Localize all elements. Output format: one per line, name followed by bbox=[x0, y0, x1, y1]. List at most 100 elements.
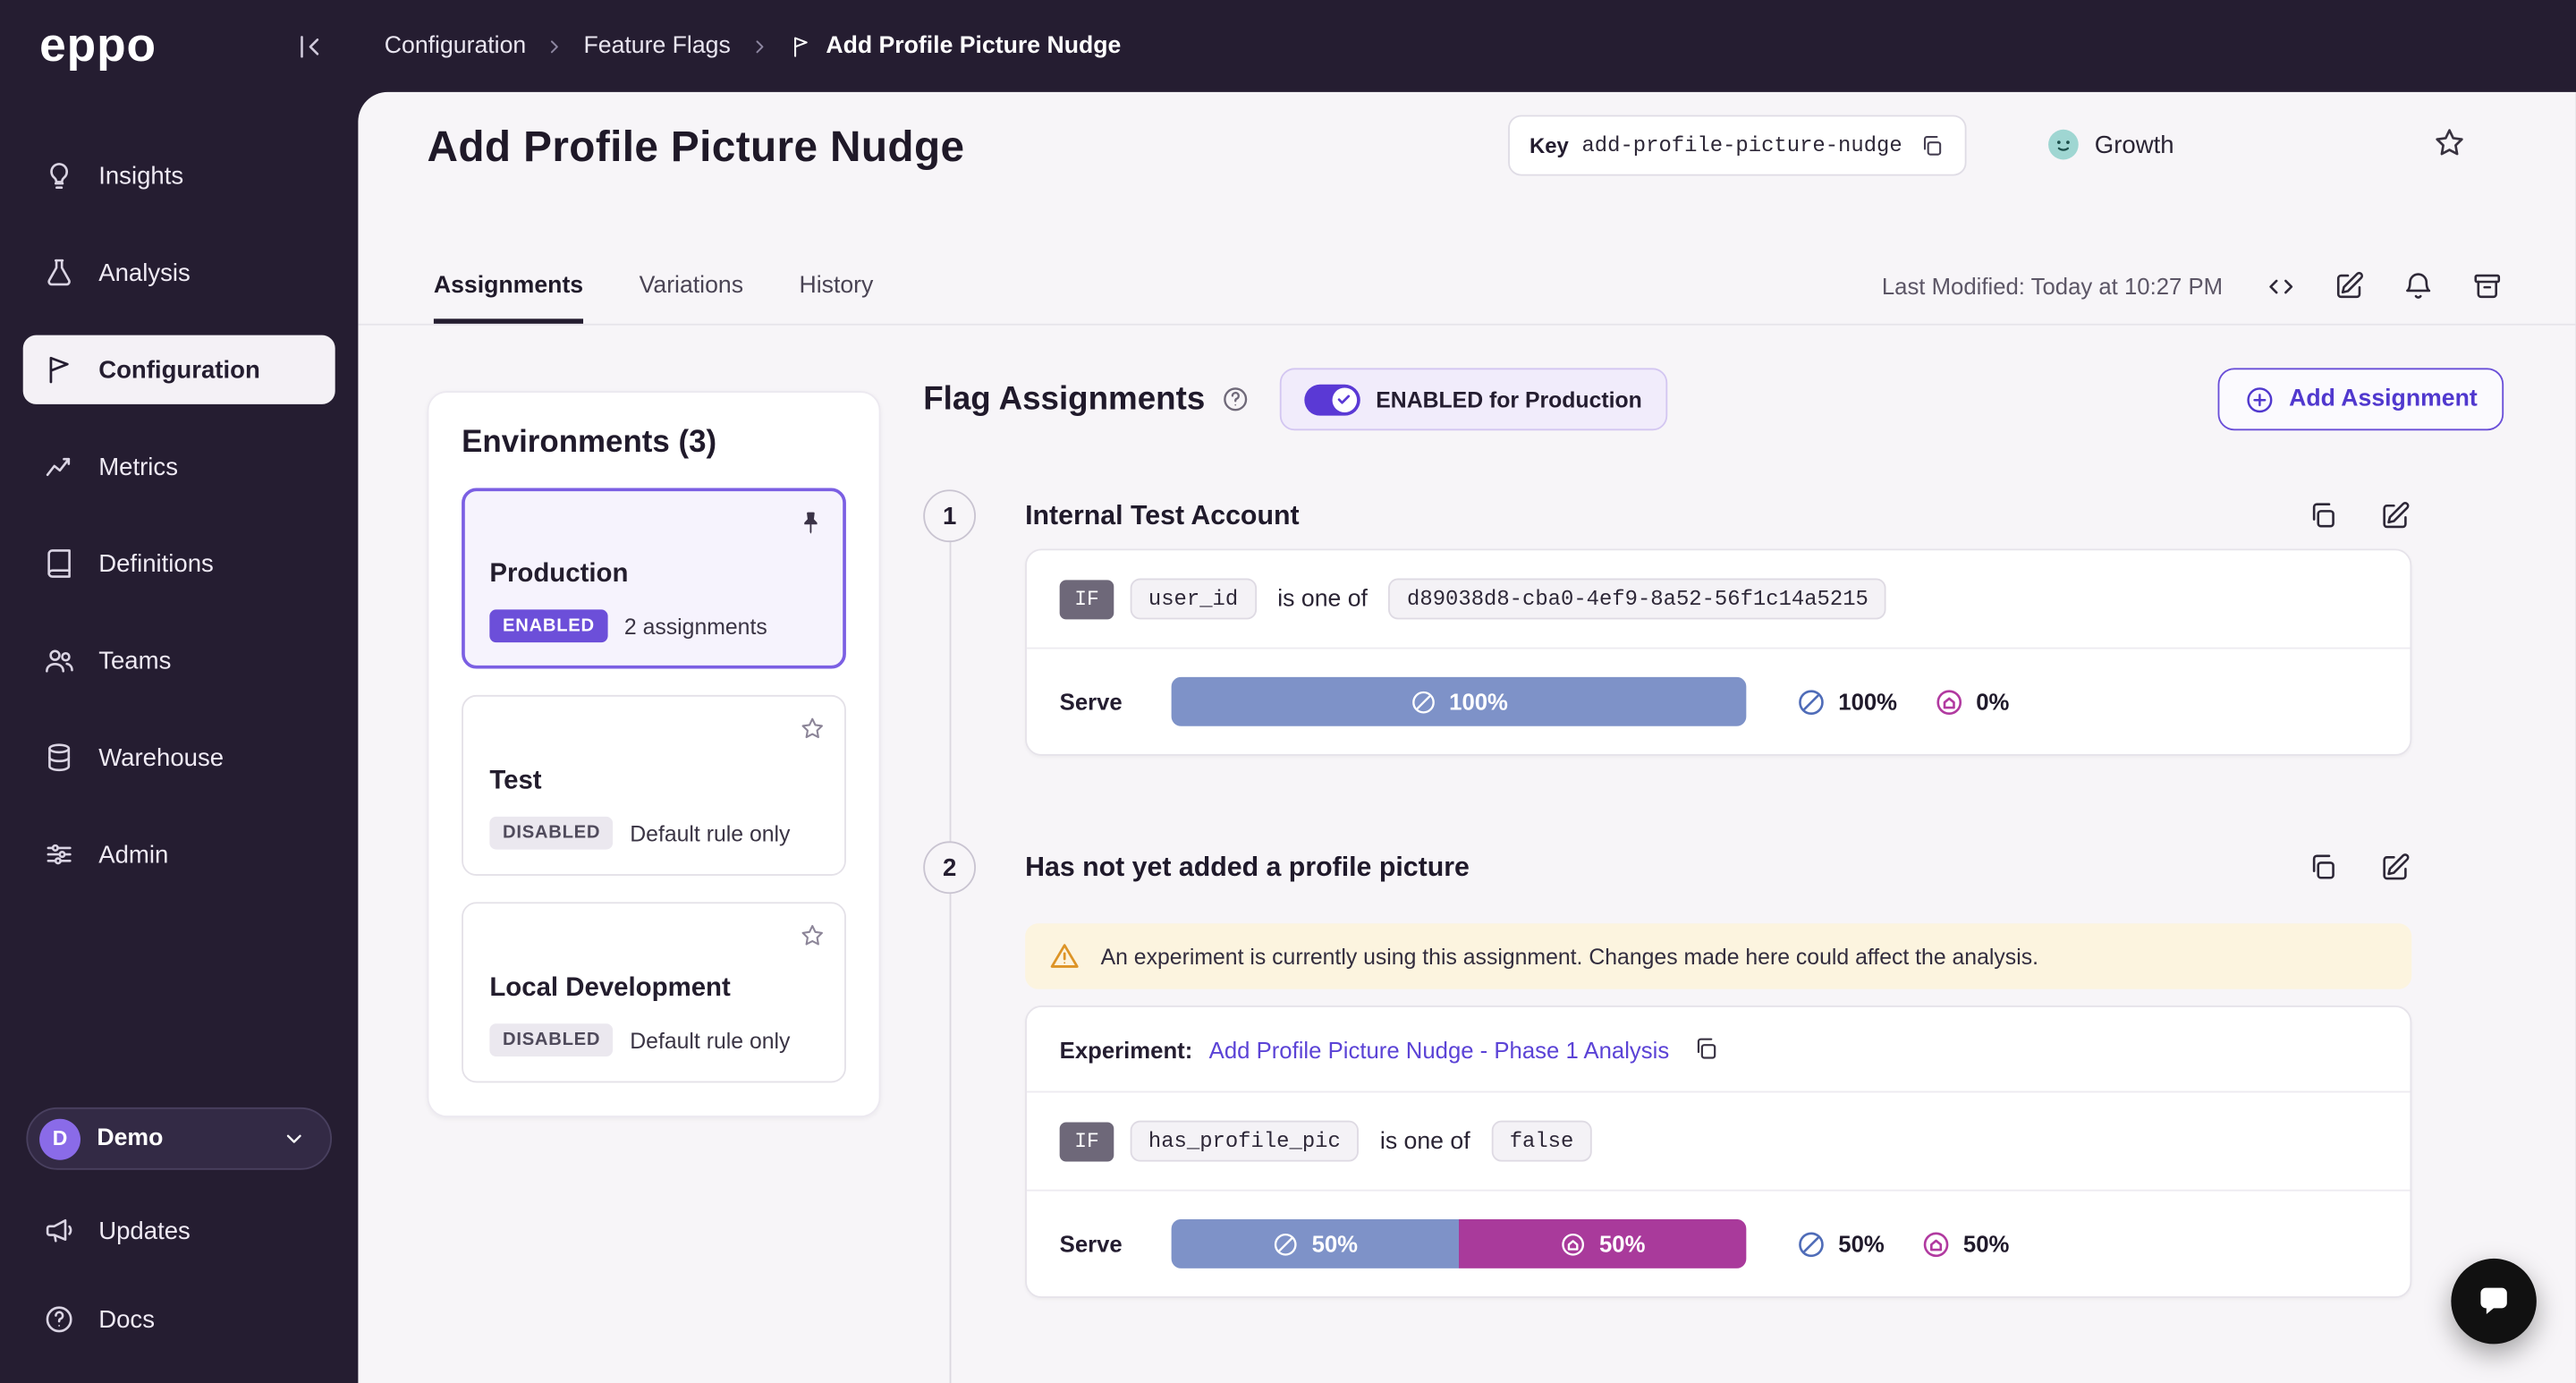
team-badge[interactable]: Growth bbox=[2046, 126, 2174, 162]
assignment-card: IF user_id is one of d89038d8-cba0-4ef9-… bbox=[1025, 548, 2411, 755]
collapse-sidebar-icon[interactable] bbox=[294, 30, 326, 62]
sidebar-nav: Insights Analysis Configuration Metrics bbox=[0, 92, 358, 889]
sidebar-item-metrics[interactable]: Metrics bbox=[23, 432, 335, 501]
rule-row: IF has_profile_pic is one of false bbox=[1027, 1091, 2411, 1190]
legend-value: 50% bbox=[1963, 1231, 2009, 1257]
warning-text: An experiment is currently using this as… bbox=[1101, 944, 2038, 969]
legend-treatment: 0% bbox=[1933, 686, 2009, 717]
team-name: Growth bbox=[2095, 131, 2174, 158]
allocation-bar: 50% 50% bbox=[1172, 1219, 1747, 1268]
star-icon[interactable] bbox=[799, 921, 826, 949]
sidebar-item-analysis[interactable]: Analysis bbox=[23, 238, 335, 307]
favorite-star-icon[interactable] bbox=[2431, 125, 2467, 161]
chat-launcher-button[interactable] bbox=[2451, 1259, 2537, 1345]
rule-attribute: user_id bbox=[1131, 579, 1257, 620]
serve-label: Serve bbox=[1060, 1231, 1139, 1257]
star-icon[interactable] bbox=[799, 715, 826, 742]
edit-icon[interactable] bbox=[2379, 851, 2412, 884]
sidebar-item-admin[interactable]: Admin bbox=[23, 820, 335, 889]
archive-icon[interactable] bbox=[2470, 269, 2504, 302]
pin-icon[interactable] bbox=[797, 509, 825, 537]
sidebar-item-insights[interactable]: Insights bbox=[23, 141, 335, 210]
assignment-body: Internal Test Account bbox=[1025, 489, 2411, 756]
eppo-logo: eppo bbox=[39, 22, 157, 70]
env-name: Test bbox=[489, 768, 818, 797]
plus-circle-icon bbox=[2245, 384, 2276, 415]
edit-icon[interactable] bbox=[2333, 269, 2366, 302]
sidebar-bottom-nav: Updates Docs bbox=[0, 1196, 358, 1353]
sidebar-item-label: Updates bbox=[98, 1217, 191, 1244]
add-assignment-button[interactable]: Add Assignment bbox=[2218, 368, 2504, 430]
warning-icon bbox=[1048, 940, 1081, 973]
assignment-actions bbox=[2307, 499, 2412, 532]
key-label: Key bbox=[1530, 133, 1569, 158]
env-name: Local Development bbox=[489, 974, 818, 1004]
flask-icon bbox=[43, 257, 76, 290]
if-keyword: IF bbox=[1060, 1122, 1114, 1161]
env-card-local-development[interactable]: Local Development DISABLED Default rule … bbox=[462, 902, 846, 1082]
rule-attribute: has_profile_pic bbox=[1131, 1121, 1359, 1162]
help-icon[interactable] bbox=[1220, 385, 1250, 414]
breadcrumb-feature-flags[interactable]: Feature Flags bbox=[583, 33, 730, 59]
segment-label: 50% bbox=[1312, 1231, 1358, 1257]
chevron-right-icon bbox=[749, 35, 770, 56]
edit-icon[interactable] bbox=[2379, 499, 2412, 532]
toggle-knob bbox=[1332, 387, 1357, 412]
assignment-actions bbox=[2307, 851, 2412, 884]
bell-icon[interactable] bbox=[2402, 269, 2435, 302]
tab-variations[interactable]: Variations bbox=[640, 273, 743, 324]
sidebar-item-teams[interactable]: Teams bbox=[23, 626, 335, 695]
flag-assignments-section: Flag Assignments ENABLED for Production bbox=[923, 368, 2504, 1298]
account-name: Demo bbox=[97, 1125, 264, 1151]
sidebar-item-label: Warehouse bbox=[98, 743, 224, 771]
assignment-header: Has not yet added a profile picture bbox=[1025, 841, 2411, 894]
assignment-body: Has not yet added a profile picture bbox=[1025, 841, 2411, 1298]
copy-icon[interactable] bbox=[2307, 499, 2340, 532]
tab-history[interactable]: History bbox=[799, 273, 873, 324]
sidebar-item-label: Analysis bbox=[98, 259, 191, 286]
people-icon bbox=[43, 644, 76, 677]
sidebar-item-label: Configuration bbox=[98, 356, 260, 384]
account-avatar: D bbox=[39, 1118, 80, 1159]
environments-panel: Environments (3) Production ENABLED 2 as… bbox=[428, 391, 881, 1117]
sidebar-item-definitions[interactable]: Definitions bbox=[23, 529, 335, 598]
toggle-switch[interactable] bbox=[1303, 384, 1359, 415]
environment-enabled-toggle[interactable]: ENABLED for Production bbox=[1279, 368, 1666, 430]
flag-key-chip: Key add-profile-picture-nudge bbox=[1508, 115, 1966, 176]
env-card-production[interactable]: Production ENABLED 2 assignments bbox=[462, 488, 846, 668]
chevron-down-icon bbox=[281, 1125, 307, 1151]
tab-assignments[interactable]: Assignments bbox=[434, 273, 583, 324]
toggle-label: ENABLED for Production bbox=[1376, 387, 1642, 412]
env-card-test[interactable]: Test DISABLED Default rule only bbox=[462, 695, 846, 876]
account-switcher[interactable]: D Demo bbox=[26, 1107, 332, 1170]
brand-area: eppo bbox=[0, 22, 358, 70]
flag-icon bbox=[788, 34, 813, 59]
home-circle-icon bbox=[1920, 1228, 1952, 1260]
legend-treatment: 50% bbox=[1920, 1228, 2009, 1260]
rule-value: d89038d8-cba0-4ef9-8a52-56f1c14a5215 bbox=[1389, 579, 1886, 620]
assignment-card: Experiment: Add Profile Picture Nudge - … bbox=[1025, 1005, 2411, 1298]
copy-icon[interactable] bbox=[1919, 132, 1945, 158]
assignment-number: 1 bbox=[923, 489, 976, 542]
experiment-warning-banner: An experiment is currently using this as… bbox=[1025, 923, 2411, 988]
sidebar-item-warehouse[interactable]: Warehouse bbox=[23, 723, 335, 792]
environments-title: Environments (3) bbox=[462, 426, 846, 462]
breadcrumb-configuration[interactable]: Configuration bbox=[385, 33, 526, 59]
chevron-right-icon bbox=[544, 35, 565, 56]
rule-value: false bbox=[1491, 1121, 1591, 1162]
sidebar-item-configuration[interactable]: Configuration bbox=[23, 335, 335, 404]
copy-icon[interactable] bbox=[1692, 1035, 1720, 1063]
sidebar-item-docs[interactable]: Docs bbox=[23, 1285, 335, 1353]
chart-icon bbox=[43, 450, 76, 483]
main-content: Add Profile Picture Nudge Key add-profil… bbox=[358, 92, 2576, 1383]
circle-slash-icon bbox=[1410, 688, 1437, 716]
flag-assignments-title: Flag Assignments bbox=[923, 380, 1205, 418]
copy-icon[interactable] bbox=[2307, 851, 2340, 884]
env-detail: Default rule only bbox=[630, 820, 790, 845]
sidebar-item-updates[interactable]: Updates bbox=[23, 1196, 335, 1265]
sidebar-spacer bbox=[0, 889, 358, 1107]
experiment-row: Experiment: Add Profile Picture Nudge - … bbox=[1027, 1007, 2411, 1091]
env-status-row: ENABLED 2 assignments bbox=[489, 609, 818, 642]
code-icon[interactable] bbox=[2266, 270, 2297, 301]
experiment-link[interactable]: Add Profile Picture Nudge - Phase 1 Anal… bbox=[1209, 1036, 1670, 1062]
